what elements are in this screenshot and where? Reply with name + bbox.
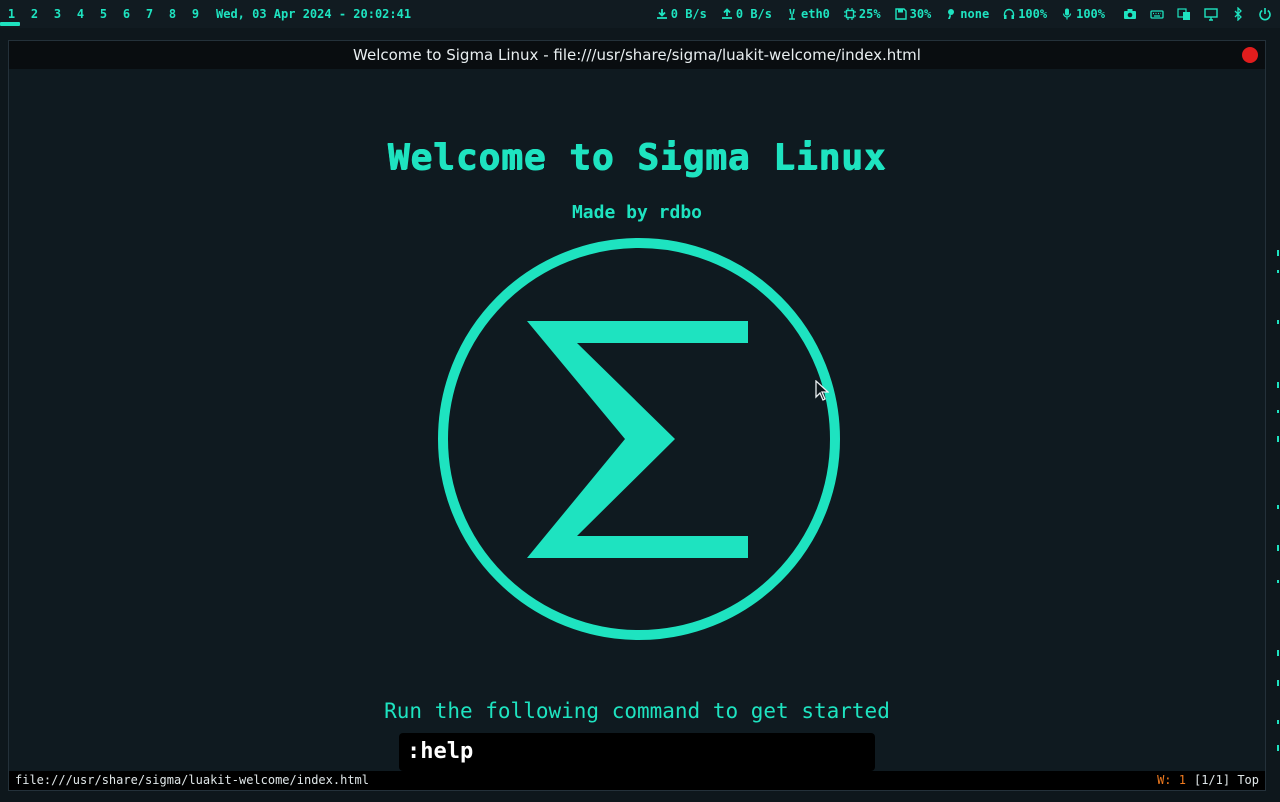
- workspace-switcher: 1 2 3 4 5 6 7 8 9: [0, 0, 207, 28]
- status-info: W: 1 [1/1] Top: [1157, 771, 1259, 790]
- instruction-text: Run the following command to get started: [384, 699, 890, 723]
- system-status: 0 B/s 0 B/s eth0 25% 30% none 100% 100%: [656, 0, 1272, 28]
- mouse-cursor-icon: [815, 380, 829, 401]
- cpu-usage: 25%: [843, 7, 881, 21]
- mic-volume[interactable]: 100%: [1061, 7, 1105, 21]
- upload-icon: [721, 8, 733, 20]
- download-icon: [656, 8, 668, 20]
- scroll-position: [1/1] Top: [1193, 773, 1259, 787]
- vpn-status[interactable]: none: [945, 7, 989, 21]
- cpu-icon: [843, 8, 856, 20]
- top-status-bar: 1 2 3 4 5 6 7 8 9 Wed, 03 Apr 2024 - 20:…: [0, 0, 1280, 28]
- upload-value: 0 B/s: [735, 7, 772, 21]
- command-code: :help: [399, 733, 875, 771]
- page-title: Welcome to Sigma Linux: [387, 137, 887, 178]
- workspace-1[interactable]: 1: [0, 0, 23, 28]
- mic-volume-value: 100%: [1076, 7, 1105, 21]
- page-subtitle: Made by rdbo: [571, 202, 703, 223]
- disk-usage: 30%: [894, 7, 932, 21]
- workspace-2[interactable]: 2: [23, 0, 46, 28]
- tray-icons: [1123, 7, 1272, 21]
- headphone-volume[interactable]: 100%: [1003, 7, 1047, 21]
- key-icon: [945, 8, 957, 20]
- headphones-icon: [1003, 8, 1015, 20]
- translate-icon[interactable]: [1177, 7, 1191, 21]
- keyboard-icon[interactable]: [1150, 7, 1164, 21]
- display-icon[interactable]: [1204, 7, 1218, 21]
- disk-value: 30%: [909, 7, 932, 21]
- camera-icon[interactable]: [1123, 7, 1137, 21]
- network-status[interactable]: eth0: [786, 7, 830, 21]
- window-title: Welcome to Sigma Linux - file:///usr/sha…: [353, 46, 921, 64]
- upload-speed: 0 B/s: [721, 7, 772, 21]
- workspace-7[interactable]: 7: [138, 0, 161, 28]
- close-button[interactable]: [1242, 47, 1258, 63]
- save-icon: [894, 8, 907, 20]
- workspace-4[interactable]: 4: [69, 0, 92, 28]
- cpu-value: 25%: [858, 7, 881, 21]
- workspace-9[interactable]: 9: [184, 0, 207, 28]
- window-count: W: 1: [1157, 773, 1186, 787]
- vpn-value: none: [960, 7, 990, 21]
- sigma-logo: [438, 238, 840, 640]
- window-titlebar[interactable]: Welcome to Sigma Linux - file:///usr/sha…: [9, 41, 1265, 69]
- ethernet-icon: [786, 8, 798, 20]
- desktop-edge-decoration: [1277, 250, 1279, 751]
- network-value: eth0: [801, 7, 830, 21]
- status-url: file:///usr/share/sigma/luakit-welcome/i…: [15, 773, 370, 787]
- workspace-3[interactable]: 3: [46, 0, 69, 28]
- workspace-6[interactable]: 6: [115, 0, 138, 28]
- download-value: 0 B/s: [670, 7, 707, 21]
- bluetooth-icon[interactable]: [1231, 7, 1245, 21]
- power-icon[interactable]: [1258, 7, 1272, 21]
- microphone-icon: [1061, 8, 1073, 20]
- workspace-8[interactable]: 8: [161, 0, 184, 28]
- welcome-page: Welcome to Sigma Linux Made by rdbo Run …: [9, 69, 1265, 771]
- browser-window: Welcome to Sigma Linux - file:///usr/sha…: [8, 40, 1266, 791]
- clock: Wed, 03 Apr 2024 - 20:02:41: [216, 7, 412, 21]
- browser-statusbar: file:///usr/share/sigma/luakit-welcome/i…: [9, 771, 1265, 790]
- headphone-volume-value: 100%: [1018, 7, 1048, 21]
- download-speed: 0 B/s: [656, 7, 707, 21]
- workspace-5[interactable]: 5: [92, 0, 115, 28]
